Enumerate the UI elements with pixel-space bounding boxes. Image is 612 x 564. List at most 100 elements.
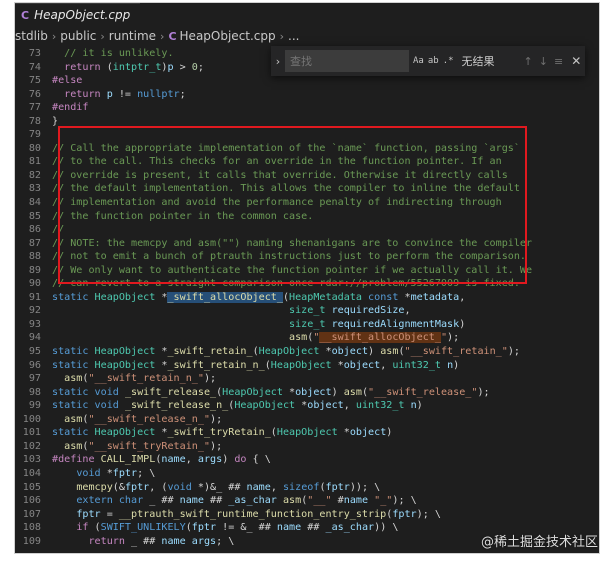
code-text: // can revert to a straight comparison o… (52, 278, 520, 290)
code-line: 96 static HeapObject *_swift_retain_n_(He… (15, 359, 599, 373)
menu-icon[interactable]: ≡ (554, 55, 563, 68)
line-number: 75 (28, 75, 41, 87)
code-text: // override is present, it calls that ov… (52, 169, 508, 181)
line-number: 94 (28, 332, 41, 344)
code-line: 104 void *fptr; \ (15, 467, 599, 481)
code-text: static void _swift_release_(HeapObject *… (52, 386, 490, 398)
find-widget: › Aa ab .* 无结果 ↑ ↓ ≡ ✕ (271, 46, 585, 76)
line-number: 95 (28, 346, 41, 358)
whole-word-icon[interactable]: ab (428, 56, 439, 66)
cpp-file-icon: C (168, 29, 177, 43)
code-text: // implementation and avoid the performa… (52, 197, 502, 209)
code-text: static HeapObject *_swift_tryRetain_(Hea… (52, 427, 393, 439)
code-text: asm("__swift_tryRetain_"); (64, 440, 223, 452)
code-text: static HeapObject *_swift_retain_(HeapOb… (52, 346, 520, 358)
line-number: 96 (28, 359, 41, 371)
line-number: 105 (22, 481, 41, 493)
code-text: return p != nullptr; (64, 88, 186, 100)
find-result: 无结果 (461, 55, 495, 68)
code-line: 101 static HeapObject *_swift_tryRetain_(… (15, 426, 599, 440)
code-line: 77 #endif (15, 101, 599, 115)
code-editor[interactable]: 73 // it is unlikely. 74 return (intptr_t… (15, 47, 599, 553)
line-number: 103 (22, 454, 41, 466)
code-text: extern char _ ## name ## _as_char asm("_… (76, 495, 417, 507)
line-number: 79 (28, 129, 41, 141)
chevron-right-icon[interactable]: › (271, 55, 285, 68)
tab-heapobject-cpp[interactable]: C HeapObject.cpp (15, 3, 141, 26)
code-line: 89 // We only want to authenticate the fu… (15, 264, 599, 278)
breadcrumb-item[interactable]: HeapObject.cpp (180, 29, 276, 43)
code-line: 98 static void _swift_release_(HeapObject… (15, 386, 599, 400)
line-number: 88 (28, 251, 41, 263)
line-number: 86 (28, 224, 41, 236)
code-text: fptr = __ptrauth_swift_runtime_function_… (76, 508, 441, 520)
code-lines: 73 // it is unlikely. 74 return (intptr_t… (15, 47, 599, 548)
line-number: 78 (28, 115, 41, 127)
line-number: 108 (22, 522, 41, 534)
tab-label: HeapObject.cpp (34, 8, 131, 22)
line-number: 101 (22, 427, 41, 439)
code-text: asm("__swift_retain_n_"); (64, 373, 217, 385)
code-text: asm("__swift_allocObject_"); (289, 332, 460, 344)
arrow-down-icon[interactable]: ↓ (539, 55, 548, 68)
code-line: 90 // can revert to a straight comparison… (15, 277, 599, 291)
code-text: // it is unlikely. (64, 48, 174, 59)
code-line: 106 extern char _ ## name ## _as_char as… (15, 494, 599, 508)
code-line: 91 static HeapObject *_swift_allocObject_… (15, 291, 599, 305)
chevron-right-icon: › (279, 29, 285, 43)
match-case-icon[interactable]: Aa (413, 56, 424, 66)
line-number: 85 (28, 210, 41, 222)
code-line: 94 asm("__swift_allocObject_"); (15, 331, 599, 345)
breadcrumb-item[interactable]: ... (288, 29, 299, 43)
code-text: if (SWIFT_UNLIKELY(fptr != &_ ## name ##… (76, 522, 399, 534)
line-number: 84 (28, 197, 41, 209)
line-number: 77 (28, 102, 41, 114)
cpp-file-icon: C (21, 8, 30, 22)
code-text: size_t requiredAlignmentMask) (289, 318, 466, 330)
line-number: 106 (22, 495, 41, 507)
code-line: 92 size_t requiredSize, (15, 304, 599, 318)
code-line: 100 asm("__swift_release_n_"); (15, 413, 599, 427)
line-number: 90 (28, 278, 41, 290)
breadcrumb-item[interactable]: stdlib (15, 29, 48, 43)
chevron-right-icon: › (160, 29, 165, 43)
line-number: 91 (28, 291, 41, 303)
editor-window: C HeapObject.cpp stdlib › public › runti… (14, 2, 600, 554)
chevron-right-icon: › (100, 29, 105, 43)
code-line: 87 // NOTE: the memcpy and asm("") naming… (15, 237, 599, 251)
tab-bar: C HeapObject.cpp (15, 3, 599, 26)
code-line: 75 #else (15, 74, 599, 88)
breadcrumb-item[interactable]: runtime (109, 29, 156, 43)
code-line: 102 asm("__swift_tryRetain_"); (15, 440, 599, 454)
code-text: #define CALL_IMPL(name, args) do { \ (52, 454, 271, 466)
line-number: 97 (28, 373, 41, 385)
code-text: return (intptr_t)p > 0; (64, 61, 204, 73)
code-text: // to the call. This checks for an overr… (52, 156, 502, 168)
close-icon[interactable]: ✕ (571, 54, 581, 68)
watermark: @稀土掘金技术社区 (480, 535, 598, 550)
code-text: static HeapObject *_swift_retain_n_(Heap… (52, 359, 460, 371)
code-line: 95 static HeapObject *_swift_retain_(Heap… (15, 345, 599, 359)
breadcrumb: stdlib › public › runtime › C HeapObject… (15, 25, 599, 47)
line-number: 102 (22, 440, 41, 452)
code-text: static HeapObject *_swift_allocObject_(H… (52, 291, 466, 303)
breadcrumb-item[interactable]: public (60, 29, 96, 43)
arrow-up-icon[interactable]: ↑ (524, 55, 533, 68)
code-text: // not to emit a bunch of ptrauth instru… (52, 251, 527, 263)
line-number: 104 (22, 467, 41, 479)
code-text: static void _swift_release_n_(HeapObject… (52, 400, 423, 412)
code-text: return _ ## name args; \ (88, 535, 235, 547)
line-number: 109 (22, 535, 41, 547)
code-line: 85 // the function pointer in the common … (15, 210, 599, 224)
code-text: // NOTE: the memcpy and asm("") naming s… (52, 237, 533, 249)
code-text: #else (52, 75, 83, 87)
code-text: // the default implementation. This allo… (52, 183, 520, 195)
line-number: 83 (28, 183, 41, 195)
code-text: asm("__swift_release_n_"); (64, 413, 223, 425)
code-line: 88 // not to emit a bunch of ptrauth inst… (15, 250, 599, 264)
search-input[interactable] (285, 50, 409, 72)
code-text: // (52, 224, 65, 236)
regex-icon[interactable]: .* (443, 56, 454, 66)
code-line: 78} (15, 115, 599, 129)
line-number: 81 (28, 156, 41, 168)
